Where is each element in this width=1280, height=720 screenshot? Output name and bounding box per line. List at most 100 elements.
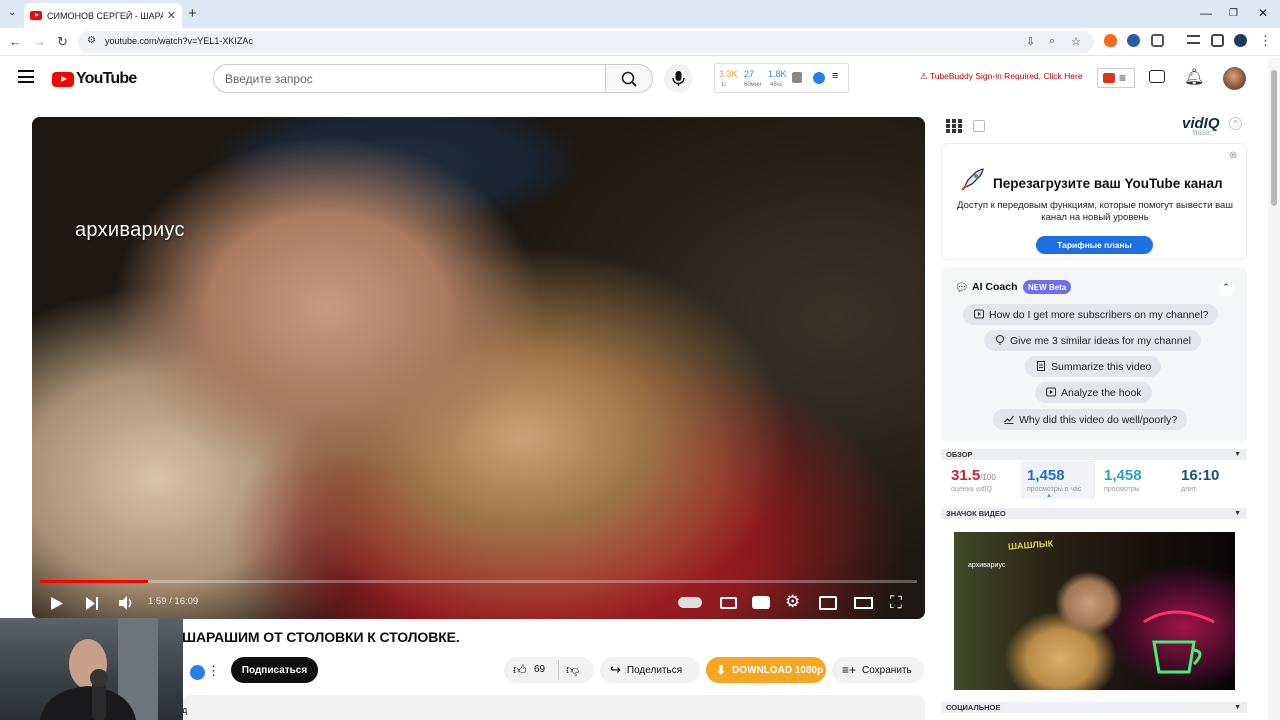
install-app-icon[interactable]: ⇩ <box>1026 35 1035 48</box>
autoplay-toggle[interactable] <box>678 597 702 608</box>
thumbnail-section-header[interactable]: ЗНАЧОК ВИДЕО ▼ <box>941 508 1247 519</box>
social-section-header[interactable]: СОЦИАЛЬНОЕ ▼ <box>941 702 1247 713</box>
theater-mode-icon[interactable] <box>854 597 873 609</box>
like-count: 69 <box>534 664 546 675</box>
profile-icon[interactable] <box>1234 34 1247 47</box>
ai-question-analyze-hook[interactable]: Analyze the hook <box>1035 382 1152 403</box>
extension-logo-icon[interactable] <box>813 72 825 84</box>
dislike-icon[interactable]: 👎︎ <box>566 662 579 678</box>
download-button[interactable]: ⬇ DOWNLOAD 1080p <box>706 657 826 683</box>
ai-question-label: Give me 3 similar ideas for my channel <box>1010 334 1191 347</box>
collapse-panel-icon[interactable]: ^ <box>1229 117 1242 130</box>
document-icon <box>1037 361 1045 371</box>
volume-icon[interactable] <box>118 595 134 611</box>
description-box[interactable]: д <box>182 695 925 720</box>
tab-search-icon[interactable]: ⌄ <box>8 7 16 18</box>
extension-globe-icon[interactable] <box>1127 34 1140 47</box>
play-icon[interactable] <box>50 596 64 611</box>
social-chevron-icon: ▼ <box>1234 704 1241 711</box>
subtitles-icon[interactable] <box>720 597 737 609</box>
ai-coach-panel: 💬︎ AI Coach NEW Beta ⌃ How do I get more… <box>941 267 1247 442</box>
video-thumbnail[interactable]: архивариус ШАШЛЫК <box>954 532 1235 690</box>
video-player[interactable]: архивариус 1:59 / 16:09 ⚙ ⛶ <box>32 117 925 619</box>
pricing-plans-button[interactable]: Тарифные планы <box>1036 236 1153 254</box>
reload-icon[interactable]: ↻ <box>57 34 68 50</box>
url-text: youtube.com/watch?v=YEL1-XKIZAc <box>105 36 253 46</box>
tubebuddy-signin-link[interactable]: ⚠ TubeBuddy Sign-in Required, Click Here <box>920 71 1083 82</box>
next-icon[interactable] <box>85 596 99 611</box>
screenshot-camera-icon[interactable] <box>752 596 770 609</box>
collapse-chevron-icon[interactable]: ⌃ <box>1218 280 1234 296</box>
grid-view-icon[interactable] <box>946 119 962 133</box>
views-cell: 1,458 просмотры <box>1098 461 1172 499</box>
hamburger-menu-icon[interactable] <box>18 70 34 87</box>
tubebuddy-menu-button[interactable]: ≡ <box>1097 68 1135 88</box>
warning-icon: ⚠ <box>920 71 930 81</box>
avatar[interactable] <box>1223 67 1246 90</box>
miniplayer-icon[interactable] <box>819 596 837 610</box>
promo-close-icon[interactable]: ⊗ <box>1229 150 1237 161</box>
youtube-logo[interactable]: YouTube <box>52 70 137 88</box>
like-icon[interactable]: 👍︎ <box>513 662 527 678</box>
page-scrollbar[interactable] <box>1268 58 1280 720</box>
settings-gear-icon[interactable]: ⚙ <box>785 592 800 612</box>
like-dislike-group: 👍︎ 69 👎︎ <box>504 657 594 683</box>
reading-list-icon[interactable] <box>1187 35 1200 44</box>
create-video-icon[interactable] <box>1149 70 1165 83</box>
address-bar[interactable]: ⚙ youtube.com/watch?v=YEL1-XKIZAc ⇩ ⌕ ☆ <box>78 31 1094 53</box>
zoom-icon[interactable]: ⌕ <box>1049 35 1055 48</box>
fullscreen-icon[interactable]: ⛶ <box>890 593 902 613</box>
notifications-bell-icon[interactable]: 🔔︎ <box>1184 67 1204 87</box>
browser-menu-icon[interactable]: ⋮ <box>1259 33 1272 49</box>
save-label: Сохранить <box>862 664 912 676</box>
thumbnail-watermark: архивариус <box>968 562 1006 569</box>
thumbnail-sign-text: ШАШЛЫК <box>1007 538 1054 552</box>
download-icon: ⬇ <box>716 663 727 677</box>
subscribe-button[interactable]: Подписаться <box>231 657 318 683</box>
extensions-puzzle-icon[interactable] <box>1151 34 1164 47</box>
stats-menu-icon[interactable]: ≡ <box>832 70 838 82</box>
duration-label: длит. <box>1181 486 1198 493</box>
side-panel-icon[interactable] <box>1211 34 1224 47</box>
new-tab-icon[interactable]: + <box>188 5 197 22</box>
tab-close-icon[interactable]: ✕ <box>167 9 176 22</box>
browser-tab-bar: ⌄ СИМОНОВ СЕРГЕЙ - ШАРАШИ ✕ + — ❐ ✕ <box>0 0 1280 28</box>
extension-stats-widget[interactable]: 3.3K 1г 27 60мин 1.8K 48чс ≡ <box>714 63 849 93</box>
more-options-icon[interactable]: ⋮ <box>207 663 220 679</box>
progress-fill <box>40 580 148 583</box>
progress-bar[interactable] <box>40 580 917 583</box>
search-input[interactable]: Введите запрос <box>213 64 606 93</box>
browser-tab[interactable]: СИМОНОВ СЕРГЕЙ - ШАРАШИ ✕ <box>24 3 182 28</box>
analytics-view-icon[interactable] <box>973 120 985 132</box>
overview-section-header[interactable]: ОБЗОР ▼ <box>941 449 1247 460</box>
player-controls: 1:59 / 16:09 ⚙ ⛶ <box>32 587 925 619</box>
share-button[interactable]: ↪ Поделиться <box>600 657 700 683</box>
forward-icon[interactable]: → <box>33 34 46 49</box>
window-close-icon[interactable]: ✕ <box>1258 6 1268 20</box>
scrollbar-thumb[interactable] <box>1271 70 1277 206</box>
site-info-icon[interactable]: ⚙ <box>87 35 96 46</box>
ai-question-subscribers[interactable]: How do I get more subscribers on my chan… <box>963 304 1219 325</box>
ai-coach-title: AI Coach <box>972 281 1018 293</box>
video-frame <box>32 117 925 619</box>
save-to-playlist-icon: ≡+ <box>842 663 857 677</box>
extension-fire-icon[interactable] <box>1104 34 1117 47</box>
restore-icon[interactable]: ❐ <box>1229 8 1238 19</box>
stat-value-3: 1.8K <box>768 69 787 79</box>
views-label: просмотры <box>1104 486 1140 493</box>
search-button[interactable] <box>605 64 653 93</box>
chart-icon[interactable] <box>792 72 802 83</box>
save-button[interactable]: ≡+ Сохранить <box>832 657 924 683</box>
youtube-logo-text: YouTube <box>76 70 137 87</box>
stat-sub-2: 60мин <box>744 82 762 88</box>
views-per-hour-cell: 1,458 просмотры в час ▲ <box>1021 461 1095 499</box>
bookmark-star-icon[interactable]: ☆ <box>1071 35 1081 48</box>
ai-question-performance[interactable]: Why did this video do well/poorly? <box>993 409 1188 430</box>
ai-question-summarize[interactable]: Summarize this video <box>1025 356 1162 377</box>
ai-question-similar-ideas[interactable]: Give me 3 similar ideas for my channel <box>984 330 1201 351</box>
menu-lines-icon: ≡ <box>1119 71 1127 85</box>
vidiq-badge-icon[interactable] <box>190 665 205 680</box>
back-icon[interactable]: ← <box>9 34 22 49</box>
minimize-icon[interactable]: — <box>1200 6 1212 20</box>
voice-search-button[interactable] <box>664 64 693 93</box>
